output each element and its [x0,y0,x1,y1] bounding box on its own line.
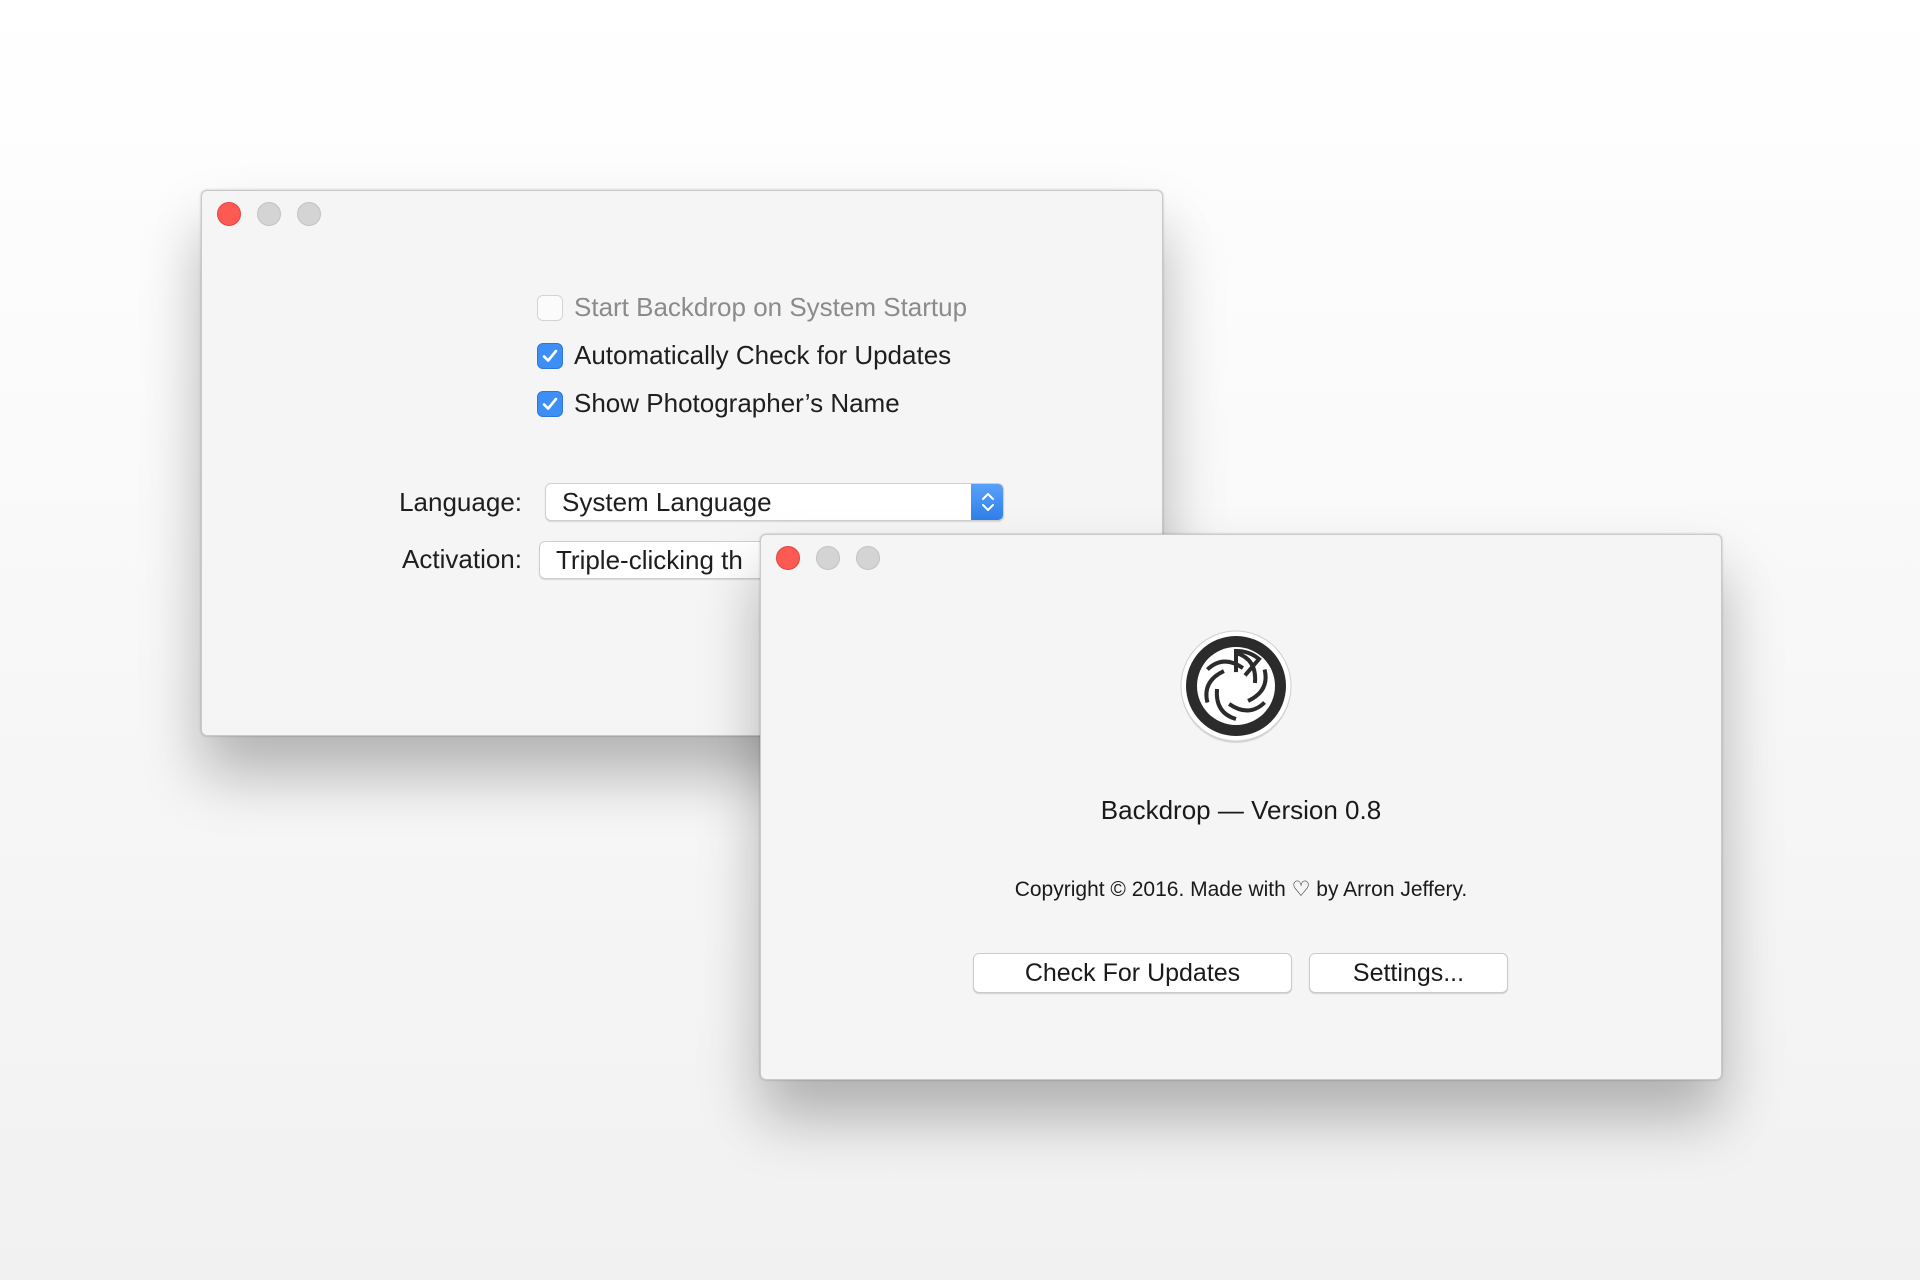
aperture-icon [1180,630,1292,743]
window-controls [217,202,321,226]
app-version-title: Backdrop — Version 0.8 [1100,795,1382,825]
minimize-button[interactable] [257,202,281,226]
about-window: Backdrop — Version 0.8 Copyright © 2016.… [760,534,1722,1080]
photographer-name-checkbox[interactable] [537,390,563,417]
photographer-name-checkbox-row[interactable]: Show Photographer’s Name [537,388,900,419]
photographer-name-checkbox-label: Show Photographer’s Name [574,388,900,418]
close-button[interactable] [217,202,241,226]
check-for-updates-button[interactable]: Check For Updates [973,953,1292,993]
auto-update-checkbox-row[interactable]: Automatically Check for Updates [537,340,951,371]
activation-label: Activation: [402,544,522,574]
startup-checkbox-label: Start Backdrop on System Startup [574,292,968,322]
startup-checkbox-row[interactable]: Start Backdrop on System Startup [537,292,967,323]
minimize-button[interactable] [816,546,840,570]
language-popup-value: System Language [562,486,772,517]
window-controls [776,546,880,570]
startup-checkbox[interactable] [537,294,563,321]
language-popup[interactable]: System Language [545,483,1004,521]
close-button[interactable] [776,546,800,570]
checkmark-icon [542,349,558,362]
auto-update-checkbox[interactable] [537,342,563,369]
language-label: Language: [399,487,522,517]
settings-button[interactable]: Settings... [1309,953,1508,993]
activation-popup-value: Triple-clicking th [556,544,743,575]
zoom-button[interactable] [297,202,321,226]
zoom-button[interactable] [856,546,880,570]
updown-arrows-icon [971,484,1003,520]
copyright-text: Copyright © 2016. Made with ♡ by Arron J… [1014,878,1468,901]
auto-update-checkbox-label: Automatically Check for Updates [574,340,952,370]
checkmark-icon [542,397,558,410]
